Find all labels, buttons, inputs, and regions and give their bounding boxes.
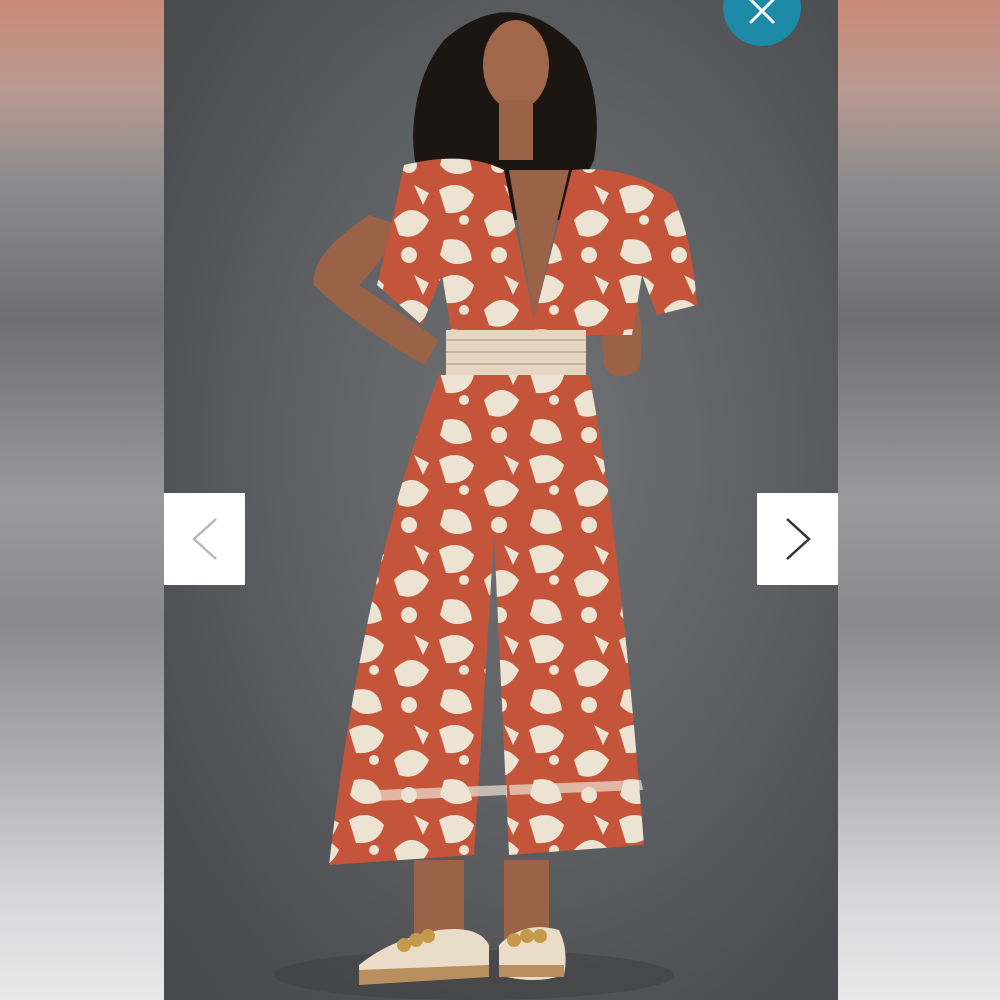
previous-image-button[interactable] [164, 493, 245, 585]
blurred-background-right [838, 0, 1000, 1000]
next-image-button[interactable] [757, 493, 838, 585]
chevron-right-icon [786, 518, 811, 560]
model-illustration [274, 12, 697, 1000]
chevron-left-icon [192, 518, 217, 560]
close-icon [749, 0, 775, 24]
blurred-background-left [0, 0, 164, 1000]
image-lightbox [0, 0, 1000, 1000]
product-photo [164, 0, 838, 1000]
